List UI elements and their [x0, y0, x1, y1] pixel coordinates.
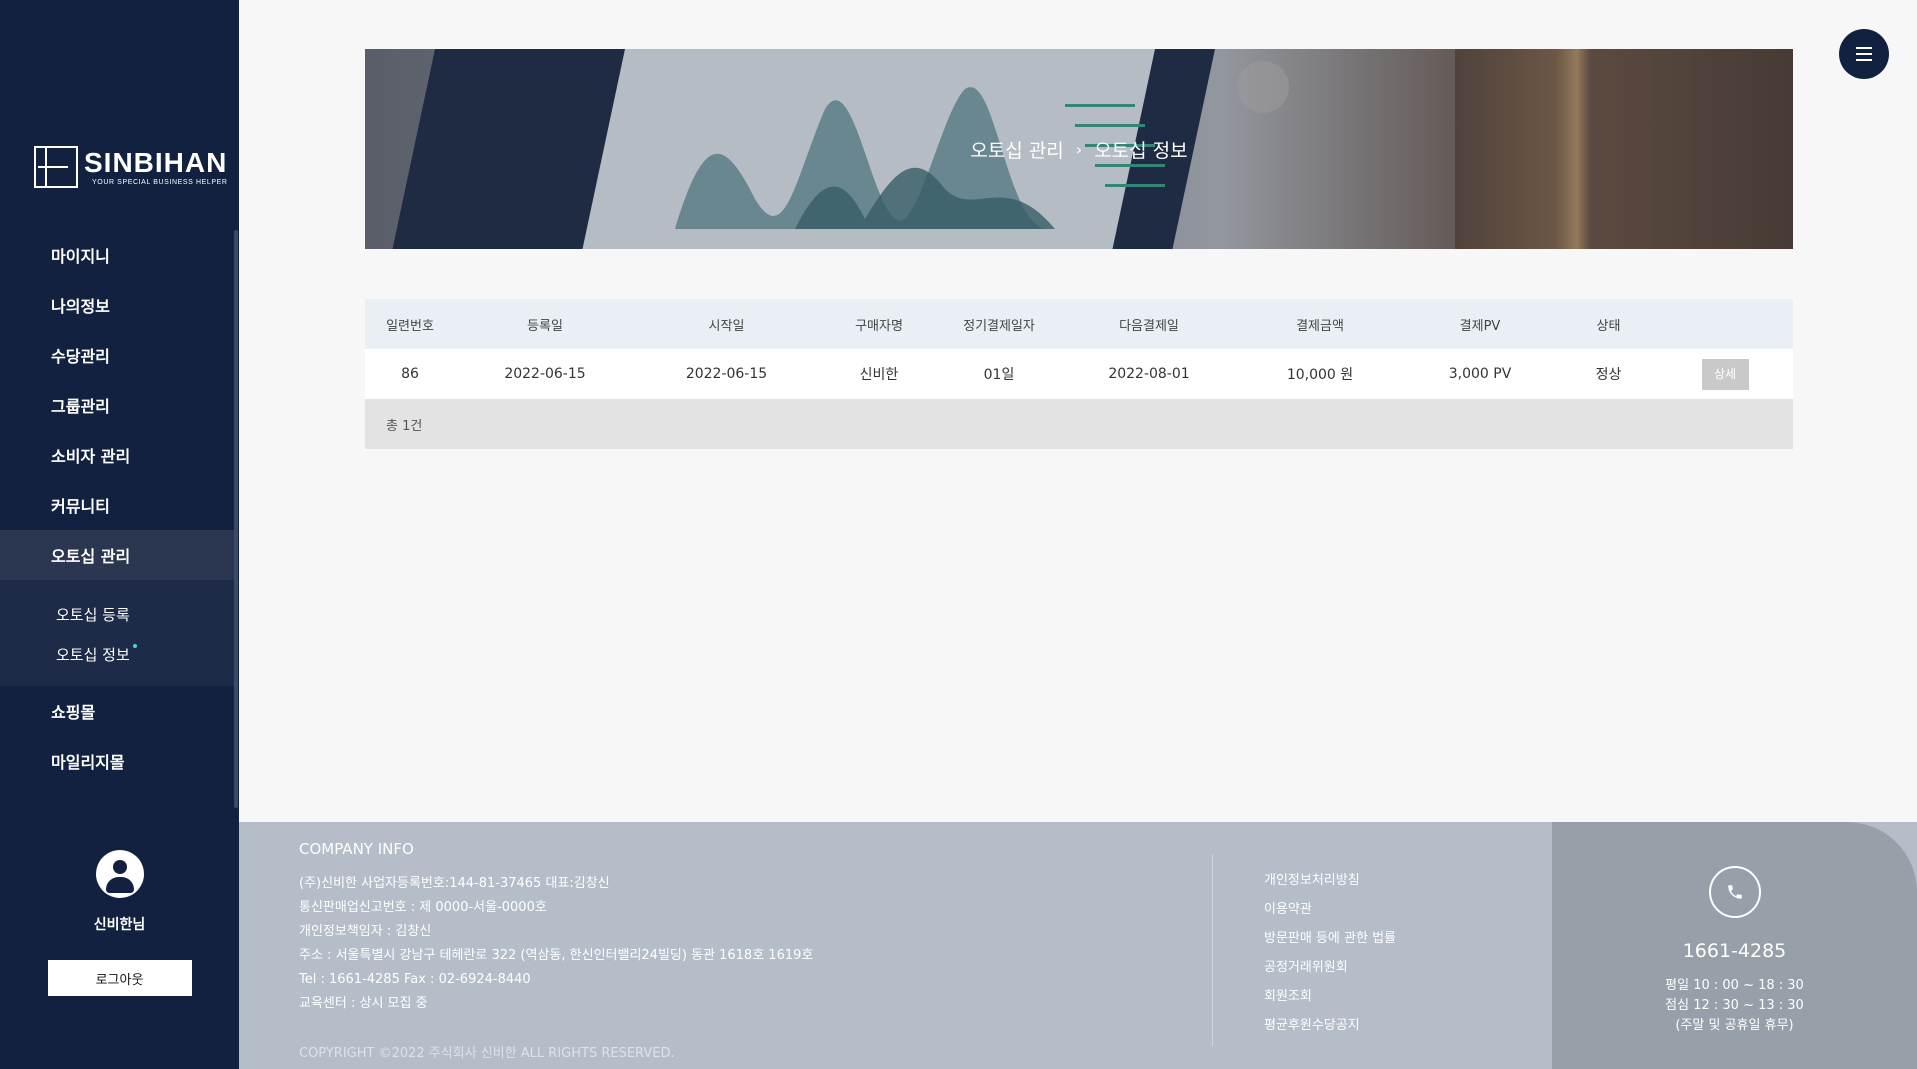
company-info-line: 주소 : 서울특별시 강남구 테헤란로 322 (역삼동, 한신인터밸리24빌딩…: [299, 948, 814, 963]
copyright: COPYRIGHT ©2022 주식회사 신비한 ALL RIGHTS RESE…: [299, 1046, 675, 1061]
company-info-line: 통신판매업신고번호 : 제 0000-서울-0000호: [299, 900, 547, 915]
column-header: 구매자명: [855, 318, 903, 334]
contact-panel: 1661-4285 평일 10 : 00 ~ 18 : 30 점심 12 : 3…: [1552, 822, 1917, 1069]
column-header: 상태: [1596, 318, 1621, 334]
footer-link-ftc[interactable]: 공정거래위원회: [1264, 953, 1396, 982]
sidebar-item-autoship[interactable]: 오토십 관리: [0, 530, 234, 580]
contact-hours: 평일 10 : 00 ~ 18 : 30 점심 12 : 30 ~ 13 : 3…: [1552, 976, 1917, 1036]
phone-icon[interactable]: [1709, 866, 1761, 918]
column-header: 시작일: [708, 318, 745, 334]
autoship-submenu: 오토십 등록 오토십 정보: [0, 580, 234, 686]
brand-logo[interactable]: SINBIHAN YOUR SPECIAL BUSINESS HELPER: [34, 146, 228, 188]
company-info-line: 개인정보책임자 : 김창신: [299, 924, 432, 939]
company-info-line: Tel : 1661-4285 Fax : 02-6924-8440: [299, 972, 531, 987]
column-header: 결제금액: [1296, 318, 1344, 334]
sidebar-item-mileage[interactable]: 마일리지몰: [0, 736, 234, 786]
breadcrumb-current: 오토십 정보: [1094, 139, 1188, 162]
sidebar-item-group[interactable]: 그룹관리: [0, 380, 234, 430]
column-header: 일련번호: [386, 318, 434, 334]
page-banner: 오토십 관리 › 오토십 정보: [365, 49, 1793, 249]
submenu-item-autoship-info[interactable]: 오토십 정보: [0, 634, 234, 674]
contact-hours-line: 점심 12 : 30 ~ 13 : 30: [1665, 998, 1804, 1013]
brand-tagline: YOUR SPECIAL BUSINESS HELPER: [92, 179, 228, 186]
sidebar-item-shopping[interactable]: 쇼핑몰: [0, 686, 234, 736]
column-header: 정기결제일자: [963, 318, 1035, 334]
cell-status: 정상: [1595, 367, 1622, 383]
logout-button[interactable]: 로그아웃: [47, 960, 192, 996]
footer-link-member-lookup[interactable]: 회원조회: [1264, 982, 1396, 1011]
logo-mark-icon: [34, 146, 78, 188]
company-info: COMPANY INFO (주)신비한 사업자등록번호:144-81-37465…: [299, 840, 813, 1016]
column-header: 등록일: [527, 318, 563, 334]
detail-button[interactable]: 상세: [1701, 358, 1749, 390]
user-icon: [95, 850, 144, 898]
contact-hours-line: (주말 및 공휴일 휴무): [1675, 1018, 1794, 1033]
company-info-line: (주)신비한 사업자등록번호:144-81-37465 대표:김창신: [299, 876, 610, 891]
table-row: 86 2022-06-15 2022-06-15 신비한 01일 2022-08…: [365, 349, 1793, 399]
sidebar-item-my-info[interactable]: 나의정보: [0, 280, 234, 330]
cell-pv: 3,000 PV: [1448, 366, 1512, 382]
sidebar-item-community[interactable]: 커뮤니티: [0, 480, 234, 530]
footer-link-avg-allowance[interactable]: 평균후원수당공지: [1264, 1011, 1396, 1040]
submenu-item-autoship-register[interactable]: 오토십 등록: [0, 594, 234, 634]
hamburger-icon[interactable]: [1839, 29, 1889, 79]
chevron-right-icon: ›: [1075, 139, 1083, 159]
user-name: 신비한님: [93, 917, 146, 933]
footer-link-privacy[interactable]: 개인정보처리방침: [1264, 866, 1396, 895]
brand-name: SINBIHAN: [84, 147, 228, 178]
contact-hours-line: 평일 10 : 00 ~ 18 : 30: [1665, 978, 1804, 993]
column-header: 다음결제일: [1119, 318, 1179, 334]
cell-buyer: 신비한: [859, 367, 899, 383]
company-info-line: 교육센터 : 상시 모집 중: [299, 996, 428, 1011]
cell-registered: 2022-06-15: [504, 366, 586, 382]
column-header: 결제PV: [1459, 318, 1501, 334]
cell-amount: 10,000 원: [1286, 367, 1354, 383]
sidebar: SINBIHAN YOUR SPECIAL BUSINESS HELPER 마이…: [0, 0, 239, 1069]
submenu-item-label: 오토십 정보: [56, 645, 130, 664]
footer-links: 개인정보처리방침 이용약관 방문판매 등에 관한 법률 공정거래위원회 회원조회…: [1264, 866, 1396, 1040]
active-dot-icon: [133, 644, 137, 648]
sidebar-item-allowance[interactable]: 수당관리: [0, 330, 234, 380]
footer-link-terms[interactable]: 이용약관: [1264, 895, 1396, 924]
submenu-item-label: 오토십 등록: [56, 605, 130, 624]
sidebar-item-myzini[interactable]: 마이지니: [0, 230, 234, 280]
autoship-table: 일련번호 등록일 시작일 구매자명 정기결제일자 다음결제일 결제금액 결제PV…: [365, 299, 1793, 449]
cell-serial: 86: [401, 366, 419, 382]
breadcrumb: 오토십 관리 › 오토십 정보: [365, 49, 1793, 249]
footer-link-door-to-door-law[interactable]: 방문판매 등에 관한 법률: [1264, 924, 1396, 953]
cell-billing-day: 01일: [983, 367, 1015, 383]
contact-phone-number: 1661-4285: [1682, 940, 1787, 962]
footer-divider: [1212, 854, 1213, 1046]
sidebar-scrollbar[interactable]: [234, 230, 238, 808]
breadcrumb-parent[interactable]: 오토십 관리: [970, 136, 1063, 163]
sidebar-item-consumer[interactable]: 소비자 관리: [0, 430, 234, 480]
cell-start: 2022-06-15: [685, 366, 768, 382]
sidebar-menu: 마이지니 나의정보 수당관리 그룹관리 소비자 관리 커뮤니티 오토십 관리 오…: [0, 230, 234, 786]
table-header: 일련번호 등록일 시작일 구매자명 정기결제일자 다음결제일 결제금액 결제PV…: [365, 299, 1793, 349]
table-total: 총 1건: [365, 399, 1793, 449]
cell-next-payment: 2022-08-01: [1108, 366, 1190, 382]
user-panel: 신비한님 로그아웃: [0, 850, 239, 996]
cell-actions: 상세: [1657, 358, 1793, 390]
company-info-title: COMPANY INFO: [299, 840, 414, 858]
